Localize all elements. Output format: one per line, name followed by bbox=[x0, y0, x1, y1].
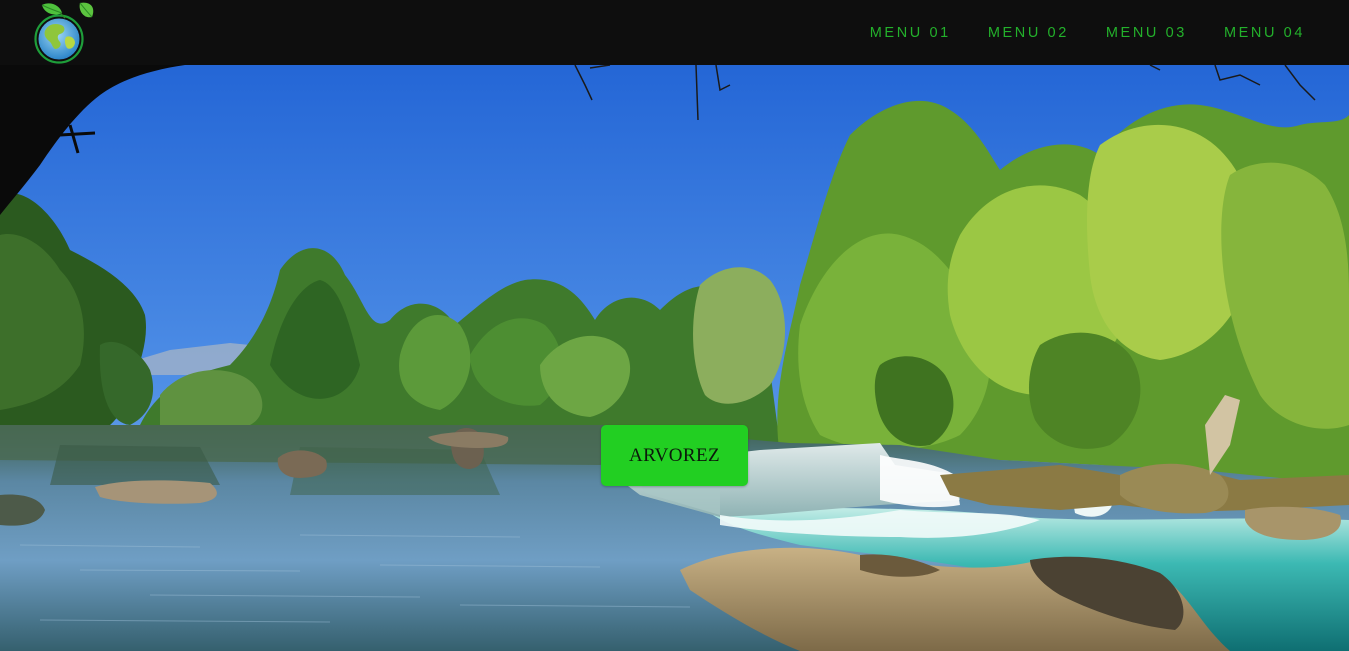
globe-leaves-logo-icon[interactable] bbox=[30, 1, 98, 65]
hero-landscape-image bbox=[0, 65, 1349, 651]
menu-item-01[interactable]: MENU 01 bbox=[870, 25, 951, 41]
menu-item-03[interactable]: MENU 03 bbox=[1106, 25, 1187, 41]
hero-banner: ARVOREZ bbox=[0, 65, 1349, 651]
menu-item-04[interactable]: MENU 04 bbox=[1224, 25, 1305, 41]
arvorez-button[interactable]: ARVOREZ bbox=[601, 425, 748, 486]
top-navbar: MENU 01 MENU 02 MENU 03 MENU 04 bbox=[0, 0, 1349, 65]
main-menu: MENU 01 MENU 02 MENU 03 MENU 04 bbox=[870, 0, 1305, 65]
menu-item-02[interactable]: MENU 02 bbox=[988, 25, 1069, 41]
